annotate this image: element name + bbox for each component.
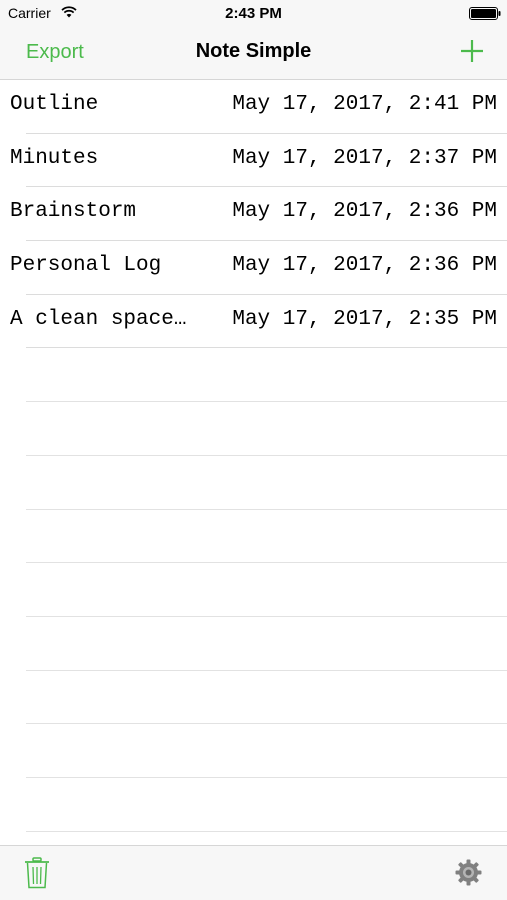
empty-row bbox=[0, 617, 507, 671]
note-date: May 17, 2017, 2:36 PM bbox=[232, 254, 497, 278]
page-title: Note Simple bbox=[195, 40, 312, 62]
note-title: Minutes bbox=[10, 146, 99, 170]
note-title: Outline bbox=[10, 93, 99, 116]
empty-row bbox=[0, 724, 507, 778]
notes-list: Outline May 17, 2017, 2:41 PM Minutes Ma… bbox=[0, 80, 507, 832]
battery-icon bbox=[469, 7, 501, 20]
add-note-icon[interactable] bbox=[459, 38, 485, 64]
note-date: May 17, 2017, 2:36 PM bbox=[232, 200, 497, 224]
note-row[interactable]: Minutes May 17, 2017, 2:37 PM bbox=[0, 134, 507, 188]
app-screen: Carrier 2:43 PM Export Note Simple Outli… bbox=[0, 0, 507, 900]
status-bar: Carrier 2:43 PM bbox=[0, 0, 507, 28]
note-row[interactable]: Personal Log May 17, 2017, 2:36 PM bbox=[0, 241, 507, 295]
empty-row bbox=[0, 456, 507, 510]
note-date: May 17, 2017, 2:37 PM bbox=[232, 146, 497, 170]
note-date: May 17, 2017, 2:35 PM bbox=[232, 307, 497, 331]
note-title: A clean space… bbox=[10, 307, 187, 331]
note-title: Brainstorm bbox=[10, 200, 137, 224]
note-row[interactable]: Outline May 17, 2017, 2:41 PM bbox=[0, 80, 507, 134]
note-title: Personal Log bbox=[10, 254, 162, 278]
empty-row bbox=[0, 563, 507, 617]
note-row[interactable]: Brainstorm May 17, 2017, 2:36 PM bbox=[0, 187, 507, 241]
gear-icon[interactable] bbox=[455, 859, 482, 886]
note-date: May 17, 2017, 2:41 PM bbox=[232, 93, 497, 116]
status-time: 2:43 PM bbox=[225, 5, 282, 22]
navigation-bar: Export Note Simple bbox=[0, 28, 507, 80]
empty-row bbox=[0, 348, 507, 402]
empty-row bbox=[0, 778, 507, 832]
empty-row bbox=[0, 671, 507, 725]
trash-icon[interactable] bbox=[24, 857, 50, 889]
bottom-toolbar bbox=[0, 845, 507, 900]
note-row[interactable]: A clean space… May 17, 2017, 2:35 PM bbox=[0, 295, 507, 349]
empty-row bbox=[0, 510, 507, 564]
empty-row bbox=[0, 402, 507, 456]
